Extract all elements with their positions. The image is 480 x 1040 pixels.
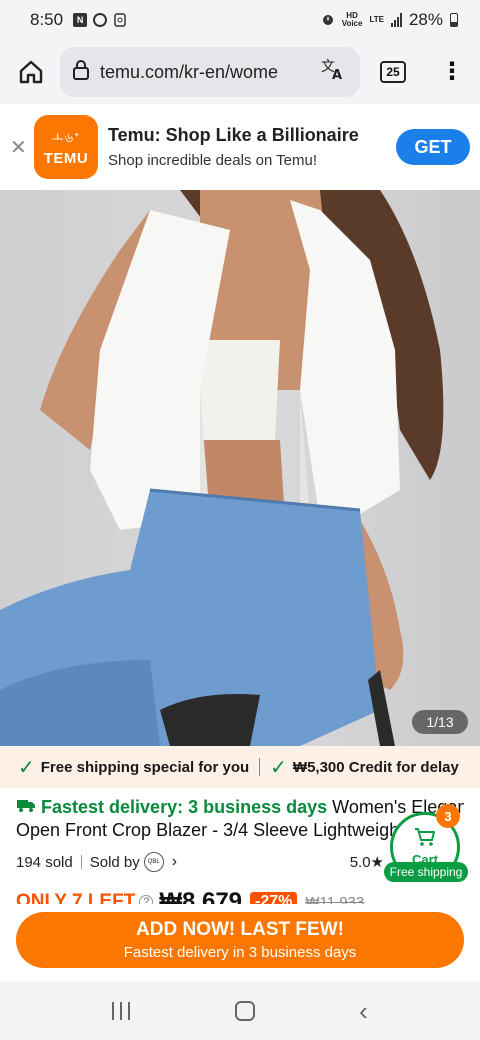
browser-toolbar: temu.com/kr-en/wome 文A 25 ⋮ bbox=[0, 40, 480, 104]
free-shipping-badge: Free shipping bbox=[384, 862, 468, 882]
logo-text: TEMU bbox=[43, 150, 89, 167]
translate-icon[interactable]: 文A bbox=[318, 58, 348, 86]
banner-subtitle: Shop incredible deals on Temu! bbox=[108, 152, 318, 169]
logo-glyphs: ㅗ৬ᐩ bbox=[51, 130, 81, 145]
file-icon bbox=[113, 13, 127, 27]
tab-switcher-button[interactable]: 25 bbox=[380, 61, 406, 83]
cart-icon bbox=[413, 827, 437, 852]
check-icon: ✓ bbox=[270, 756, 287, 779]
url-text[interactable]: temu.com/kr-en/wome bbox=[100, 62, 318, 83]
voice-label: Voice bbox=[341, 19, 363, 28]
truck-icon bbox=[16, 797, 41, 817]
banner-text[interactable]: Temu: Shop Like a Billionaire Shop incre… bbox=[108, 125, 396, 169]
address-bar[interactable]: temu.com/kr-en/wome 文A bbox=[60, 47, 360, 97]
image-counter: 1/13 bbox=[412, 710, 468, 734]
aperture-icon bbox=[93, 13, 108, 27]
get-app-button[interactable]: GET bbox=[396, 129, 470, 165]
signal-icon bbox=[390, 13, 402, 27]
promo-strip[interactable]: ✓ Free shipping special for you ✓ ₩5,300… bbox=[0, 746, 480, 788]
divider bbox=[80, 855, 82, 869]
lock-icon[interactable] bbox=[72, 59, 90, 86]
svg-text:A: A bbox=[332, 68, 342, 80]
temu-logo[interactable]: ㅗ৬ᐩ TEMU bbox=[34, 115, 98, 179]
cart-count-badge: 3 bbox=[436, 804, 460, 828]
status-bar: 8:50 N HD Voice LTE 28% bbox=[0, 0, 480, 40]
system-nav-bar: ‹ bbox=[0, 982, 480, 1040]
seller-logo[interactable]: QBL bbox=[143, 852, 164, 872]
add-button-label: ADD NOW! LAST FEW! bbox=[136, 919, 344, 940]
product-title-line1: Fastest delivery: 3 business days Women'… bbox=[16, 796, 464, 819]
divider bbox=[259, 758, 261, 776]
hd-voice-indicator: HD Voice bbox=[342, 12, 363, 28]
product-photo-illustration bbox=[0, 190, 444, 746]
home-nav-icon[interactable] bbox=[234, 1001, 255, 1021]
rating[interactable]: 5.0★ bbox=[350, 853, 384, 871]
star-icon: ★ bbox=[370, 854, 384, 871]
home-icon[interactable] bbox=[14, 55, 48, 89]
fastest-delivery: Fastest delivery: 3 business days bbox=[41, 797, 328, 817]
status-time: 8:50 bbox=[30, 10, 64, 29]
delay-credit-text: ₩5,300 Credit for delay bbox=[292, 758, 459, 776]
back-icon[interactable]: ‹ bbox=[359, 996, 368, 1027]
status-right: HD Voice LTE 28% bbox=[321, 10, 458, 30]
chevron-right-icon[interactable]: › bbox=[172, 853, 177, 871]
battery-icon bbox=[450, 13, 458, 27]
add-to-cart-button[interactable]: ADD NOW! LAST FEW! Fastest delivery in 3… bbox=[16, 912, 464, 968]
product-title-line2[interactable]: Open Front Crop Blazer - 3/4 Sleeve Ligh… bbox=[16, 819, 436, 842]
sold-count: 194 sold bbox=[16, 853, 73, 871]
smart-app-banner: ✕ ㅗ৬ᐩ TEMU Temu: Shop Like a Billionaire… bbox=[0, 104, 480, 190]
banner-title: Temu: Shop Like a Billionaire bbox=[108, 125, 359, 145]
free-shipping-text: Free shipping special for you bbox=[40, 758, 250, 776]
sold-by-label[interactable]: Sold by bbox=[90, 854, 140, 871]
add-button-sublabel: Fastest delivery in 3 business days bbox=[123, 944, 357, 961]
close-icon[interactable]: ✕ bbox=[10, 135, 27, 160]
more-menu-icon[interactable]: ⋮ bbox=[440, 60, 464, 84]
rating-value: 5.0 bbox=[349, 854, 371, 871]
check-icon: ✓ bbox=[18, 756, 35, 779]
alarm-icon bbox=[321, 12, 335, 29]
recents-icon[interactable] bbox=[112, 1002, 131, 1020]
product-image[interactable]: 1/13 bbox=[0, 190, 480, 746]
lte-indicator: LTE bbox=[369, 15, 384, 24]
n-badge-icon: N bbox=[73, 13, 88, 27]
battery-percent: 28% bbox=[408, 10, 443, 29]
add-to-cart-bar: ADD NOW! LAST FEW! Fastest delivery in 3… bbox=[0, 904, 480, 982]
